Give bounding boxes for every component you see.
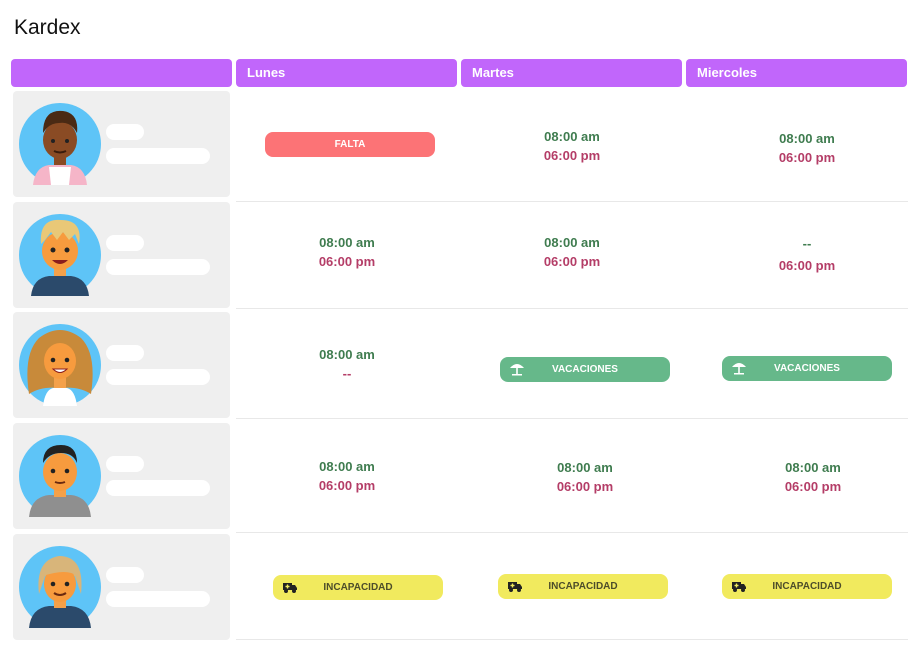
check-in-time: 08:00 am (319, 235, 375, 250)
attendance-times: 08:00 am 06:00 pm (267, 457, 427, 495)
detail-placeholder (106, 369, 210, 385)
check-out-time: 06:00 pm (543, 254, 601, 269)
name-placeholder (106, 567, 144, 583)
status-badge-vacaciones: VACACIONES (500, 357, 670, 382)
name-placeholder (106, 345, 144, 361)
status-badge-incapacidad: INCAPACIDAD (273, 575, 443, 600)
detail-placeholder (106, 480, 210, 496)
person-avatar-4 (19, 435, 101, 517)
check-out-time: 06:00 pm (318, 478, 376, 493)
ambulance-icon (732, 582, 746, 592)
name-placeholder (106, 456, 144, 472)
check-out-time: 06:00 pm (784, 479, 842, 494)
attendance-times: 08:00 am 06:00 pm (505, 458, 665, 496)
check-out-time: 06:00 pm (543, 148, 601, 163)
status-badge-vacaciones: VACACIONES (722, 356, 892, 381)
column-header-lunes: Lunes (236, 59, 457, 87)
status-badge-incapacidad: INCAPACIDAD (498, 574, 668, 599)
check-in-time: 08:00 am (557, 460, 613, 475)
check-in-time: 08:00 am (779, 131, 835, 146)
check-in-time: 08:00 am (785, 460, 841, 475)
person-avatar-1 (19, 103, 101, 185)
attendance-times: 08:00 am 06:00 pm (733, 458, 893, 496)
attendance-times: 08:00 am 06:00 pm (492, 127, 652, 165)
page-title: Kardex (14, 16, 81, 39)
ambulance-icon (508, 582, 522, 592)
attendance-times: 08:00 am -- (267, 345, 427, 383)
status-badge-falta: FALTA (265, 132, 435, 157)
name-placeholder (106, 124, 144, 140)
beach-umbrella-icon (732, 363, 746, 375)
detail-placeholder (106, 148, 210, 164)
check-in-time: 08:00 am (544, 235, 600, 250)
attendance-times: 08:00 am 06:00 pm (727, 129, 887, 167)
employee-card[interactable] (13, 202, 230, 308)
column-header-miercoles: Miercoles (686, 59, 907, 87)
check-in-time: 08:00 am (319, 459, 375, 474)
row-divider (236, 639, 908, 640)
employee-card[interactable] (13, 312, 230, 418)
employee-card[interactable] (13, 423, 230, 529)
check-in-time: 08:00 am (319, 347, 375, 362)
check-out-time: 06:00 pm (556, 479, 614, 494)
attendance-times: -- 06:00 pm (727, 233, 887, 277)
name-placeholder (106, 235, 144, 251)
person-avatar-5 (19, 546, 101, 628)
attendance-times: 08:00 am 06:00 pm (267, 233, 427, 271)
attendance-times: 08:00 am 06:00 pm (492, 233, 652, 271)
check-out-time: 06:00 pm (778, 150, 836, 165)
row-divider (236, 201, 908, 202)
check-in-time: 08:00 am (544, 129, 600, 144)
row-divider (236, 532, 908, 533)
beach-umbrella-icon (510, 364, 524, 376)
check-out-time: -- (342, 366, 352, 381)
detail-placeholder (106, 591, 210, 607)
check-out-time: 06:00 pm (778, 258, 836, 273)
employee-card[interactable] (13, 534, 230, 640)
ambulance-icon (283, 583, 297, 593)
column-header-employee (11, 59, 232, 87)
row-divider (236, 418, 908, 419)
row-divider (236, 308, 908, 309)
check-out-time: 06:00 pm (318, 254, 376, 269)
person-avatar-3 (19, 324, 101, 406)
detail-placeholder (106, 259, 210, 275)
person-avatar-2 (19, 214, 101, 296)
check-in-time: -- (802, 236, 812, 251)
status-badge-incapacidad: INCAPACIDAD (722, 574, 892, 599)
employee-card[interactable] (13, 91, 230, 197)
column-header-martes: Martes (461, 59, 682, 87)
